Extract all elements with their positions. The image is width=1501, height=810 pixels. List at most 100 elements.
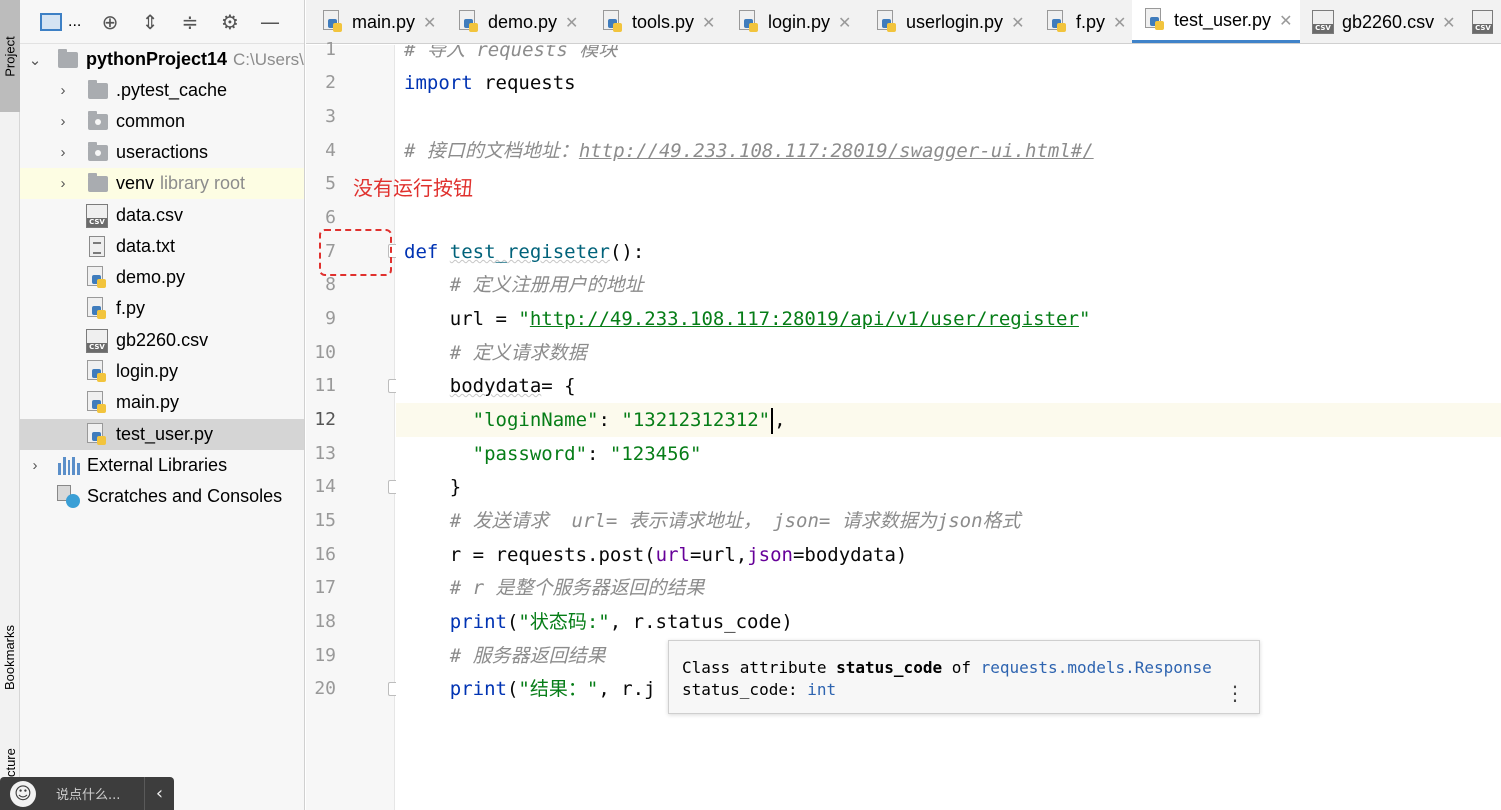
line-number: 15 [314, 510, 336, 531]
function-name: test_regiseter [449, 241, 610, 263]
tab-login-py[interactable]: login.py ✕ [732, 0, 858, 43]
tab-tools-py[interactable]: tools.py ✕ [596, 0, 722, 43]
hide-panel-icon[interactable]: — [250, 0, 290, 44]
chat-input[interactable]: 说点什么... [56, 784, 136, 803]
tab-label: login.py [768, 11, 831, 32]
project-tool-button[interactable]: Project [0, 0, 20, 112]
tree-item-demo-py[interactable]: demo.py [20, 262, 304, 293]
tooltip-type-link[interactable]: int [807, 680, 836, 699]
tree-item-test-user-py[interactable]: test_user.py [20, 419, 304, 450]
editor-gutter[interactable]: 1 2 3 4 5 6 7 8 9 10 11 12 13 14 15 16 1… [306, 39, 401, 810]
project-view-selector[interactable]: ... [20, 12, 90, 31]
tree-item-login-py[interactable]: login.py [20, 356, 304, 387]
chevron-right-icon[interactable]: › [56, 82, 70, 99]
library-icon [58, 456, 80, 475]
tree-item-external-libraries[interactable]: › External Libraries [20, 450, 304, 481]
collapse-all-icon[interactable]: ≑ [170, 0, 210, 44]
chevron-right-icon[interactable]: › [56, 144, 70, 161]
tab-label: gb2260.csv [1342, 11, 1435, 32]
line-number: 16 [314, 544, 336, 565]
project-window-icon [40, 12, 62, 31]
python-file-icon [322, 10, 344, 34]
string: "password" [472, 443, 588, 465]
csv-file-icon [86, 203, 108, 228]
tab-overflow[interactable] [1472, 0, 1501, 43]
chevron-left-icon[interactable]: ‹ [144, 777, 174, 810]
register-url-string[interactable]: http://49.233.108.117:28019/api/v1/user/… [530, 308, 1079, 330]
more-options-icon[interactable]: ⋮ [1225, 683, 1245, 703]
code-line-13: "password": "123456" [404, 437, 702, 471]
tree-item-label: common [116, 111, 186, 131]
close-icon[interactable]: ✕ [565, 13, 578, 32]
code-line-9: url = "http://49.233.108.117:28019/api/v… [404, 302, 1091, 336]
comment: # 定义注册用户的地址 [449, 274, 644, 296]
code-line-16: r = requests.post(url=url,json=bodydata) [404, 538, 908, 572]
tree-item-venv[interactable]: › venv library root [20, 168, 304, 199]
close-icon[interactable]: ✕ [423, 13, 436, 32]
tree-item-label: demo.py [116, 267, 186, 287]
bookmarks-tool-label: Bookmarks [2, 624, 18, 690]
line-number: 2 [325, 72, 336, 93]
csv-file-icon [1472, 10, 1493, 34]
tree-item-scratches[interactable]: Scratches and Consoles [20, 481, 304, 512]
tooltip-signature: Class attribute status_code of requests.… [682, 658, 1212, 677]
close-icon[interactable]: ✕ [1113, 13, 1126, 32]
emoji-icon[interactable]: ☺ [10, 780, 36, 807]
tab-label: tools.py [632, 11, 695, 32]
tab-gb2260-csv[interactable]: gb2260.csv ✕ [1308, 0, 1458, 43]
tree-item-project-root[interactable]: ⌄ pythonProject14 C:\Users\ [20, 44, 304, 75]
tab-f-py[interactable]: f.py ✕ [1040, 0, 1136, 43]
python-file-icon [1144, 8, 1166, 32]
python-file-icon [876, 10, 898, 34]
tree-item-label: venv [116, 173, 155, 193]
tree-item-data-csv[interactable]: data.csv [20, 200, 304, 231]
tree-item-label: data.csv [116, 205, 184, 225]
code-line-7: def test_regiseter(): [404, 235, 644, 269]
chevron-right-icon[interactable]: › [28, 457, 42, 474]
line-number: 18 [314, 611, 336, 632]
code-text: ( [506, 611, 519, 633]
tree-item-pytest-cache[interactable]: › .pytest_cache [20, 75, 304, 106]
close-icon[interactable]: ✕ [838, 13, 851, 32]
chevron-down-icon[interactable]: ⌄ [28, 51, 42, 69]
code-text: =url, [690, 544, 748, 566]
tab-userlogin-py[interactable]: userlogin.py ✕ [870, 0, 1030, 43]
tree-item-main-py[interactable]: main.py [20, 387, 304, 418]
tooltip-class-link[interactable]: requests.models.Response [981, 658, 1212, 677]
chevron-right-icon[interactable]: › [56, 175, 70, 192]
chevron-right-icon[interactable]: › [56, 113, 70, 130]
folder-icon [88, 79, 108, 99]
code-line-10: # 定义请求数据 [404, 336, 587, 370]
expand-all-icon[interactable]: ⇕ [130, 0, 170, 44]
tree-item-gb2260-csv[interactable]: gb2260.csv [20, 325, 304, 356]
string: " [1078, 308, 1091, 330]
docs-link[interactable]: http://49.233.108.117:28019/swagger-ui.h… [579, 140, 1094, 162]
code-text: = { [541, 375, 576, 397]
python-file-icon [1046, 10, 1068, 34]
tab-test-user-py[interactable]: test_user.py ✕ [1132, 0, 1300, 43]
bookmarks-tool-button[interactable]: Bookmarks [0, 596, 20, 718]
tooltip-text: status_code: [682, 680, 808, 699]
code-line-18: print("状态码:", r.status_code) [404, 605, 793, 639]
tree-item-f-py[interactable]: f.py [20, 293, 304, 324]
tab-demo-py[interactable]: demo.py ✕ [452, 0, 586, 43]
code-line-20: print("结果：", r.j [404, 672, 656, 706]
tree-item-data-txt[interactable]: data.txt [20, 231, 304, 262]
csv-file-icon [86, 328, 108, 353]
tab-label: userlogin.py [906, 11, 1004, 32]
quick-documentation-popup[interactable]: Class attribute status_code of requests.… [668, 640, 1260, 714]
close-icon[interactable]: ✕ [702, 13, 715, 32]
tree-item-common[interactable]: › common [20, 106, 304, 137]
gear-icon[interactable]: ⚙ [210, 0, 250, 44]
close-icon[interactable]: ✕ [1279, 11, 1292, 30]
select-opened-file-icon[interactable]: ⊕ [90, 0, 130, 44]
tooltip-text: of [942, 658, 981, 677]
tree-item-label: main.py [116, 392, 180, 412]
close-icon[interactable]: ✕ [1442, 13, 1455, 32]
line-number: 3 [325, 106, 336, 127]
annotation-highlight-box [319, 229, 392, 276]
code-text: , [774, 409, 786, 431]
tree-item-useractions[interactable]: › useractions [20, 137, 304, 168]
close-icon[interactable]: ✕ [1011, 13, 1024, 32]
code-line-8: # 定义注册用户的地址 [404, 268, 644, 302]
